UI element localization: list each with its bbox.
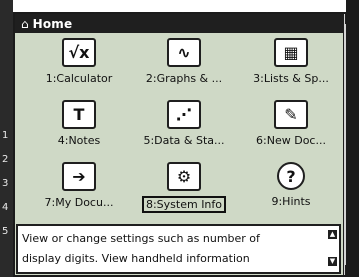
graphs-icon: ∿ [167, 38, 201, 67]
app-label: 8:System Info [141, 196, 227, 213]
rail-number-4: 4 [2, 202, 9, 213]
app-calculator[interactable]: √x 1:Calculator [27, 36, 131, 92]
scatter-plot-icon: ⋰ [167, 100, 201, 129]
app-label: 5:Data & Sta... [143, 134, 225, 147]
app-label: 4:Notes [57, 134, 101, 147]
system-info-icon: ⚙ [167, 162, 201, 191]
app-label: 7:My Docu... [44, 196, 114, 209]
rail-number-2: 2 [2, 154, 9, 165]
decorative-shape [87, 0, 103, 13]
handheld-device: 1 2 3 4 5 ⌂ Home ▲ ▼ √x 1:Calculator ∿ 2… [0, 0, 359, 277]
app-label: 6:New Doc... [256, 134, 326, 147]
rail-number-1: 1 [2, 130, 9, 141]
app-system-info[interactable]: ⚙ 8:System Info [132, 160, 236, 216]
app-lists-spreadsheet[interactable]: ▦ 3:Lists & Sp... [239, 36, 343, 92]
description-line-2: display digits. View handheld informatio… [22, 252, 250, 265]
app-new-document[interactable]: ✎ 6:New Doc... [239, 98, 343, 154]
right-edge [346, 0, 359, 277]
spreadsheet-icon: ▦ [274, 38, 308, 67]
help-icon: ? [277, 162, 305, 190]
app-hints[interactable]: ? 9:Hints [239, 160, 343, 216]
page-title: Home [32, 16, 73, 31]
app-label: 1:Calculator [45, 72, 113, 85]
title-bar: ⌂ Home [15, 14, 346, 33]
home-screen: ⌂ Home ▲ ▼ √x 1:Calculator ∿ 2:Graphs & … [13, 12, 359, 277]
new-document-icon: ✎ [274, 100, 308, 129]
app-my-documents[interactable]: ➔ 7:My Docu... [27, 160, 131, 216]
app-label: 3:Lists & Sp... [253, 72, 329, 85]
folder-icon: ➔ [62, 162, 96, 191]
app-graphs[interactable]: ∿ 2:Graphs & ... [132, 36, 236, 92]
app-notes[interactable]: T 4:Notes [27, 98, 131, 154]
app-grid: √x 1:Calculator ∿ 2:Graphs & ... ▦ 3:Lis… [15, 36, 346, 224]
app-label: 9:Hints [271, 195, 311, 208]
description-scroll-down-icon[interactable]: ▼ [328, 257, 337, 266]
decorative-shape [175, 0, 191, 13]
left-page-rail: 1 2 3 4 5 [0, 0, 13, 277]
description-panel: View or change settings such as number o… [16, 224, 341, 274]
calculator-icon: √x [62, 38, 96, 67]
home-icon: ⌂ [21, 16, 29, 31]
description-line-1: View or change settings such as number o… [22, 232, 260, 245]
app-data-statistics[interactable]: ⋰ 5:Data & Sta... [132, 98, 236, 154]
app-label: 2:Graphs & ... [145, 72, 223, 85]
rail-number-5: 5 [2, 226, 9, 237]
notes-icon: T [62, 100, 96, 129]
decorative-shape [259, 0, 275, 13]
description-scroll-up-icon[interactable]: ▲ [328, 230, 337, 239]
rail-number-3: 3 [2, 178, 9, 189]
